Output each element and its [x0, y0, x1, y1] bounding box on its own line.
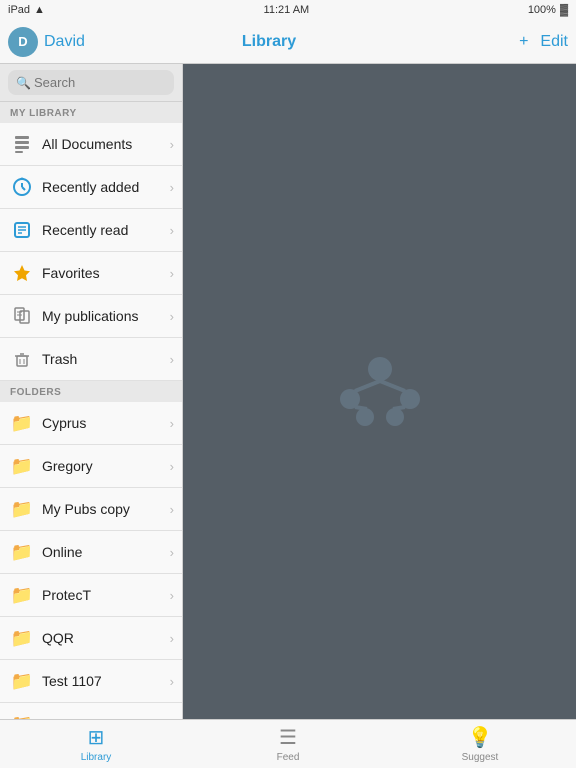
folder-icon: 📁: [10, 626, 34, 650]
sidebar-item-folder-qqr[interactable]: 📁 QQR ›: [0, 617, 182, 660]
nav-bar: D David Library + Edit: [0, 20, 576, 64]
folder-gregory-label: Gregory: [42, 458, 170, 474]
battery-icon: ▓: [560, 4, 568, 16]
sidebar: 🔍 MY LIBRARY All Documents › Recently ad…: [0, 64, 183, 719]
main-layout: 🔍 MY LIBRARY All Documents › Recently ad…: [0, 64, 576, 719]
all-documents-label: All Documents: [42, 136, 170, 152]
chevron-icon: ›: [170, 416, 174, 431]
recently-read-icon: [10, 218, 34, 242]
all-docs-icon: [10, 132, 34, 156]
folder-protect-label: ProtecT: [42, 587, 170, 603]
folder-icon: 📁: [10, 540, 34, 564]
folder-cyprus-label: Cyprus: [42, 415, 170, 431]
my-publications-label: My publications: [42, 308, 170, 324]
folder-icon: 📁: [10, 454, 34, 478]
folder-icon: 📁: [10, 583, 34, 607]
favorites-label: Favorites: [42, 265, 170, 281]
chevron-icon: ›: [170, 352, 174, 367]
favorites-icon: [10, 261, 34, 285]
sidebar-item-folder-cyprus[interactable]: 📁 Cyprus ›: [0, 402, 182, 445]
chevron-icon: ›: [170, 223, 174, 238]
status-bar: iPad ▲ 11:21 AM 100% ▓: [0, 0, 576, 20]
folder-my-pubs-copy-label: My Pubs copy: [42, 501, 170, 517]
nav-library-label: Library: [19, 33, 519, 51]
chevron-icon: ›: [170, 137, 174, 152]
chevron-icon: ›: [170, 631, 174, 646]
folder-test1107-label: Test 1107: [42, 673, 170, 689]
recently-added-label: Recently added: [42, 179, 170, 195]
my-publications-icon: [10, 304, 34, 328]
wifi-icon: ▲: [34, 4, 45, 16]
folder-icon: 📁: [10, 411, 34, 435]
search-box: 🔍: [0, 64, 182, 102]
sidebar-item-folder-gregory[interactable]: 📁 Gregory ›: [0, 445, 182, 488]
chevron-icon: ›: [170, 588, 174, 603]
library-tab-icon: ⊞: [88, 725, 105, 750]
search-icon: 🔍: [16, 76, 31, 90]
device-label: iPad: [8, 4, 30, 16]
feed-tab-icon: ☰: [279, 725, 297, 750]
my-library-header: MY LIBRARY: [0, 102, 182, 123]
chevron-icon: ›: [170, 266, 174, 281]
chevron-icon: ›: [170, 309, 174, 324]
sidebar-item-recently-added[interactable]: Recently added ›: [0, 166, 182, 209]
tab-bar: ⊞ Library ☰ Feed 💡 Suggest: [0, 719, 576, 768]
suggest-tab-icon: 💡: [468, 725, 493, 750]
folder-icon: 📁: [10, 712, 34, 719]
suggest-tab-label: Suggest: [462, 752, 499, 763]
add-button[interactable]: +: [519, 33, 528, 51]
trash-icon: [10, 347, 34, 371]
tab-feed[interactable]: ☰ Feed: [192, 725, 384, 763]
folder-qqr-label: QQR: [42, 630, 170, 646]
chevron-icon: ›: [170, 674, 174, 689]
sidebar-item-folder-protect[interactable]: 📁 ProtecT ›: [0, 574, 182, 617]
recently-added-icon: [10, 175, 34, 199]
content-area: [183, 64, 576, 719]
sidebar-item-folder-my-pubs-copy[interactable]: 📁 My Pubs copy ›: [0, 488, 182, 531]
folder-online-label: Online: [42, 544, 170, 560]
chevron-icon: ›: [170, 459, 174, 474]
sidebar-item-all-documents[interactable]: All Documents ›: [0, 123, 182, 166]
recently-read-label: Recently read: [42, 222, 170, 238]
sidebar-item-folder-test1107[interactable]: 📁 Test 1107 ›: [0, 660, 182, 703]
chevron-icon: ›: [170, 180, 174, 195]
folders-header: FOLDERS: [0, 381, 182, 402]
chevron-icon: ›: [170, 717, 174, 720]
sidebar-item-my-publications[interactable]: My publications ›: [0, 295, 182, 338]
folder-icon: 📁: [10, 669, 34, 693]
sidebar-item-recently-read[interactable]: Recently read ›: [0, 209, 182, 252]
sidebar-item-folder-online[interactable]: 📁 Online ›: [0, 531, 182, 574]
chevron-icon: ›: [170, 545, 174, 560]
edit-button[interactable]: Edit: [540, 33, 568, 51]
battery-label: 100%: [528, 4, 556, 16]
chevron-icon: ›: [170, 502, 174, 517]
trash-label: Trash: [42, 351, 170, 367]
folder-testing-label: Testing: [42, 716, 170, 719]
sidebar-item-folder-testing[interactable]: 📁 Testing ›: [0, 703, 182, 719]
feed-tab-label: Feed: [277, 752, 300, 763]
sidebar-item-favorites[interactable]: Favorites ›: [0, 252, 182, 295]
folder-icon: 📁: [10, 497, 34, 521]
tab-suggest[interactable]: 💡 Suggest: [384, 725, 576, 763]
sidebar-item-trash[interactable]: Trash ›: [0, 338, 182, 381]
search-input[interactable]: [8, 70, 174, 95]
status-time: 11:21 AM: [264, 4, 310, 16]
tab-library[interactable]: ⊞ Library: [0, 725, 192, 763]
mendeley-logo: [330, 349, 430, 434]
library-tab-label: Library: [81, 752, 112, 763]
